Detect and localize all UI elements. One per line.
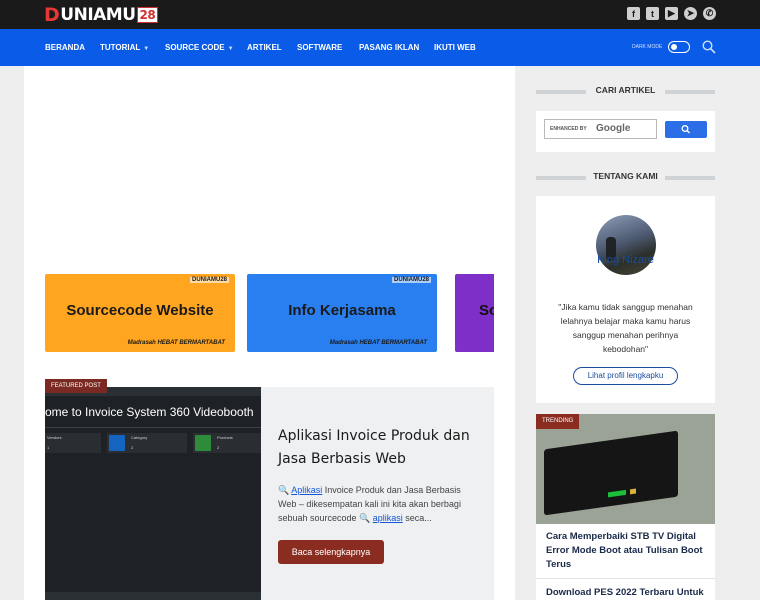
dark-mode-toggle[interactable] xyxy=(668,41,690,53)
trending-post-title[interactable]: Cara Memperbaiki STB TV Digital Error Mo… xyxy=(546,530,711,572)
trending-image[interactable]: TRENDING xyxy=(536,414,715,524)
led-green xyxy=(608,489,626,498)
image-card-category: Category 2 xyxy=(107,433,187,453)
banner-sourcecode[interactable]: DUNIAMU28 Sourcecode Website Madrasah HE… xyxy=(45,274,235,352)
image-card-products: Products 2 xyxy=(193,433,261,453)
view-profile-button[interactable]: Lihat profil lengkapku xyxy=(573,367,678,385)
keyword-link[interactable]: aplikasi xyxy=(373,513,403,523)
avatar[interactable] xyxy=(596,215,656,275)
telegram-icon[interactable]: ➤ xyxy=(684,7,697,20)
featured-badge: FEATURED POST xyxy=(45,379,107,393)
nav-item-ikuti-web[interactable]: IKUTI WEB xyxy=(434,29,476,66)
box-icon xyxy=(195,435,211,451)
main-content: DUNIAMU28 Sourcecode Website Madrasah HE… xyxy=(24,66,515,600)
banner-label: Sourcecode Website xyxy=(66,302,214,319)
nav-item-artikel[interactable]: ARTIKEL xyxy=(247,29,282,66)
about-widget: King Nizare "Jika kamu tidak sanggup men… xyxy=(536,196,715,403)
youtube-icon[interactable]: ▶ xyxy=(665,7,678,20)
featured-image[interactable]: ome to Invoice System 360 Videobooth Ven… xyxy=(45,387,261,600)
excerpt-text: 🔍 xyxy=(278,485,292,495)
nav-item-software[interactable]: SOFTWARE xyxy=(297,29,342,66)
whatsapp-icon[interactable]: ✆ xyxy=(703,7,716,20)
social-icons: f t ▶ ➤ ✆ xyxy=(627,7,716,20)
excerpt-text: seca... xyxy=(402,513,432,523)
dark-mode-label: DARK MODE xyxy=(632,44,663,50)
set-top-box-image xyxy=(544,430,678,516)
image-headline: ome to Invoice System 360 Videobooth xyxy=(45,405,254,419)
trending-widget: TRENDING Cara Memperbaiki STB TV Digital… xyxy=(536,414,715,600)
banner-partial[interactable]: So xyxy=(455,274,494,352)
nav-item-pasang-iklan[interactable]: PASANG IKLAN xyxy=(359,29,419,66)
search-icon[interactable] xyxy=(702,40,716,54)
banner-label: Info Kerjasama xyxy=(288,302,396,319)
banner-carousel: DUNIAMU28 Sourcecode Website Madrasah HE… xyxy=(45,274,494,354)
top-bar: D UNIAMU 28 f t ▶ ➤ ✆ xyxy=(0,0,760,29)
image-bottombar xyxy=(45,592,261,600)
trending-badge: TRENDING xyxy=(536,414,580,429)
profile-quote: "Jika kamu tidak sanggup menahan lelahny… xyxy=(558,302,693,354)
main-nav: BERANDA TUTORIAL ▼ SOURCE CODE ▼ ARTIKEL SOFTW… xyxy=(0,29,760,66)
profile-name[interactable]: King Nizare xyxy=(536,254,715,266)
search-button[interactable] xyxy=(665,121,707,138)
search-widget: ENHANCED BY Google xyxy=(536,111,715,152)
excerpt-text: 🔍 xyxy=(359,513,373,523)
nav-item-source-code[interactable]: SOURCE CODE ▼ xyxy=(165,29,234,66)
chevron-down-icon: ▼ xyxy=(143,46,150,52)
facebook-icon[interactable]: f xyxy=(627,7,640,20)
banner-label: So xyxy=(479,302,494,319)
search-input[interactable]: ENHANCED BY Google xyxy=(544,119,657,139)
search-icon xyxy=(681,125,690,134)
image-divider xyxy=(45,427,261,428)
next-post-title[interactable]: Download PES 2022 Terbaru Untuk xyxy=(546,586,711,600)
about-heading: TENTANG KAMI xyxy=(536,171,715,183)
read-more-button[interactable]: Baca selengkapnya xyxy=(278,540,384,564)
search-heading: CARI ARTIKEL xyxy=(536,85,715,97)
twitter-icon[interactable]: t xyxy=(646,7,659,20)
chevron-down-icon: ▼ xyxy=(227,46,234,52)
featured-post: FEATURED POST ome to Invoice System 360 … xyxy=(45,379,494,600)
nav-item-beranda[interactable]: BERANDA xyxy=(45,29,85,66)
featured-title[interactable]: Aplikasi Invoice Produk dan Jasa Berbasi… xyxy=(278,425,478,471)
nav-item-tutorial[interactable]: TUTORIAL ▼ xyxy=(100,29,149,66)
site-logo[interactable]: D UNIAMU 28 xyxy=(44,4,159,26)
featured-excerpt: 🔍 Aplikasi Invoice Produk dan Jasa Berba… xyxy=(278,483,478,525)
keyword-link[interactable]: Aplikasi xyxy=(291,485,322,495)
image-card-vendors: Vendors 1 xyxy=(45,433,101,453)
grid-icon xyxy=(109,435,125,451)
banner-kerjasama[interactable]: DUNIAMU28 Info Kerjasama Madrasah HEBAT … xyxy=(247,274,437,352)
divider xyxy=(536,578,715,579)
led-yellow xyxy=(630,488,636,495)
